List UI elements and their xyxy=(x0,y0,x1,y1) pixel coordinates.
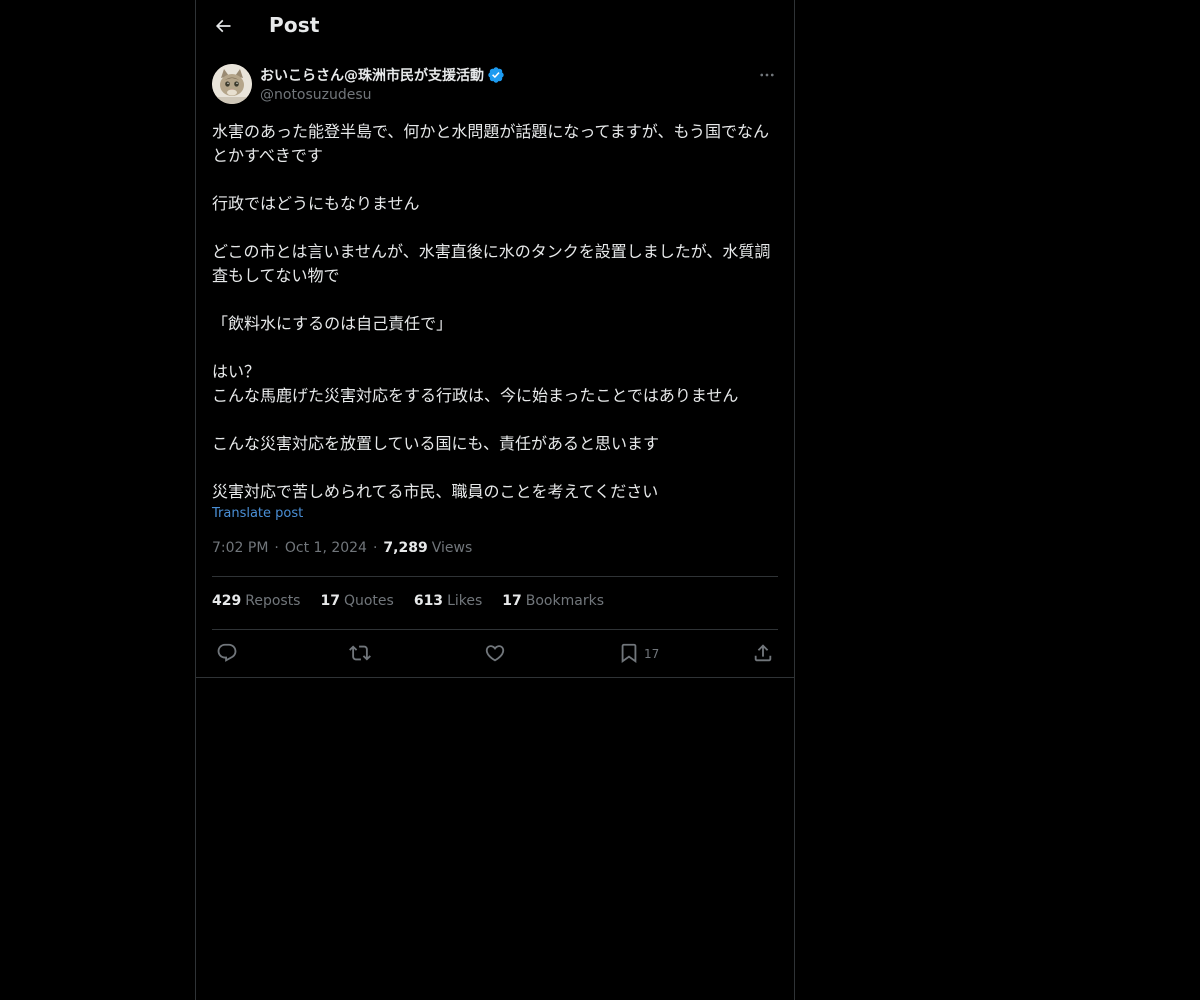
author-display-name[interactable]: おいこらさん@珠洲市民が支援活動 xyxy=(260,65,484,85)
more-options-button[interactable] xyxy=(756,64,778,86)
divider xyxy=(212,629,778,630)
post-time[interactable]: 7:02 PM xyxy=(212,540,268,556)
bookmarks-label: Bookmarks xyxy=(525,593,604,609)
bookmark-button[interactable]: 17 xyxy=(618,640,659,666)
post-meta: 7:02 PM · Oct 1, 2024 · 7,289 Views xyxy=(212,540,472,556)
likes-stat[interactable]: 613 Likes xyxy=(414,593,482,609)
page-header: Post xyxy=(196,0,794,53)
bookmarks-count: 17 xyxy=(502,593,522,609)
translate-post-link[interactable]: Translate post xyxy=(212,506,303,521)
likes-count: 613 xyxy=(413,593,444,609)
share-icon xyxy=(754,644,772,662)
post-bottom-border xyxy=(196,677,794,678)
divider xyxy=(212,576,778,577)
arrow-left-icon xyxy=(215,19,231,33)
share-button[interactable] xyxy=(752,640,774,666)
bookmarks-stat[interactable]: 17 Bookmarks xyxy=(502,593,604,609)
heart-icon xyxy=(485,645,505,662)
more-dots-icon xyxy=(760,73,774,77)
verified-badge-icon[interactable] xyxy=(487,66,505,84)
main-column: Post おいこらさん@珠洲市民が支援活動 @notosuzudesu 水害のあ… xyxy=(195,0,795,1000)
reposts-label: Reposts xyxy=(245,593,301,609)
repost-icon xyxy=(349,645,371,661)
quotes-stat[interactable]: 17 Quotes xyxy=(320,593,393,609)
post-text: 水害のあった能登半島で、何かと水問題が話題になってますが、もう国でなんとかすべき… xyxy=(212,122,771,501)
views-count: 7,289 xyxy=(383,540,428,556)
page-title: Post xyxy=(269,13,320,37)
back-button[interactable] xyxy=(208,11,238,41)
quotes-count: 17 xyxy=(320,593,340,609)
meta-separator: · xyxy=(274,540,279,556)
views-label: Views xyxy=(431,540,473,556)
avatar[interactable] xyxy=(212,64,252,104)
repost-button[interactable] xyxy=(349,640,371,666)
cat-avatar-image xyxy=(212,64,252,104)
post-stats: 429 Reposts 17 Quotes 613 Likes 17 Bookmarks xyxy=(212,593,624,609)
bookmark-count: 17 xyxy=(644,647,660,661)
reposts-count: 429 xyxy=(212,593,242,609)
post-date[interactable]: Oct 1, 2024 xyxy=(285,540,367,556)
reply-icon xyxy=(217,643,237,662)
reply-button[interactable] xyxy=(216,640,238,666)
meta-separator: · xyxy=(372,540,378,556)
author-handle[interactable]: @notosuzudesu xyxy=(260,87,730,103)
bookmark-icon xyxy=(621,643,637,664)
action-bar: 17 xyxy=(212,640,778,666)
likes-label: Likes xyxy=(447,593,483,609)
reposts-stat[interactable]: 429 Reposts xyxy=(212,593,300,609)
author-info: おいこらさん@珠洲市民が支援活動 @notosuzudesu xyxy=(260,64,730,103)
like-button[interactable] xyxy=(484,640,506,666)
quotes-label: Quotes xyxy=(343,593,394,609)
